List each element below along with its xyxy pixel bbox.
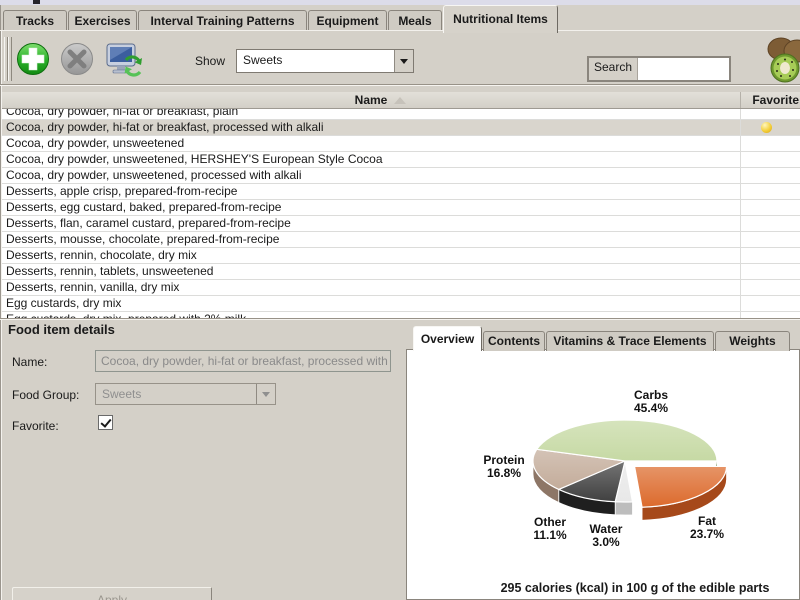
search-box: Search bbox=[587, 56, 731, 82]
tab-meals[interactable]: Meals bbox=[388, 10, 442, 31]
tab-nutritional-items[interactable]: Nutritional Items bbox=[443, 5, 558, 33]
chevron-down-icon bbox=[400, 59, 408, 64]
favorite-cell bbox=[740, 248, 800, 263]
food-item-name: Desserts, flan, caramel custard, prepare… bbox=[2, 216, 740, 231]
food-item-name: Cocoa, dry powder, unsweetened bbox=[2, 136, 740, 151]
name-label: Name: bbox=[12, 355, 47, 369]
table-row[interactable]: Cocoa, dry powder, unsweetened bbox=[2, 136, 800, 152]
pie-rim-water bbox=[615, 502, 632, 515]
pie-label-other: Other11.1% bbox=[533, 515, 567, 542]
toolbar-grip[interactable] bbox=[8, 37, 12, 81]
table-row[interactable]: Desserts, rennin, tablets, unsweetened bbox=[2, 264, 800, 280]
green-plus-icon bbox=[16, 42, 50, 76]
food-group-select-disabled[interactable]: Sweets bbox=[95, 383, 276, 405]
favorite-cell bbox=[740, 136, 800, 151]
apply-button[interactable]: Apply bbox=[12, 587, 212, 600]
favorite-cell bbox=[740, 312, 800, 318]
table-row[interactable]: Desserts, flan, caramel custard, prepare… bbox=[2, 216, 800, 232]
tab-exercises[interactable]: Exercises bbox=[68, 10, 137, 31]
pie-label-water: Water3.0% bbox=[590, 522, 623, 549]
food-group-value: Sweets bbox=[96, 384, 256, 404]
sort-ascending-icon bbox=[394, 97, 406, 104]
favorite-cell bbox=[740, 168, 800, 183]
dropdown-arrow-button bbox=[256, 384, 275, 404]
clipped-menubar-strip bbox=[0, 0, 800, 5]
tab-vitamins-trace-elements[interactable]: Vitamins & Trace Elements bbox=[546, 331, 714, 351]
column-header-name[interactable]: Name bbox=[2, 92, 740, 108]
favorite-cell bbox=[740, 232, 800, 247]
favorite-cell bbox=[740, 280, 800, 295]
food-item-name: Desserts, apple crisp, prepared-from-rec… bbox=[2, 184, 740, 199]
favorite-cell bbox=[740, 296, 800, 311]
table-row[interactable]: Desserts, rennin, chocolate, dry mix bbox=[2, 248, 800, 264]
table-row[interactable]: Desserts, apple crisp, prepared-from-rec… bbox=[2, 184, 800, 200]
show-filter-label: Show bbox=[195, 54, 225, 68]
gray-x-icon bbox=[60, 42, 94, 76]
food-group-filter-value: Sweets bbox=[237, 50, 394, 72]
toolbar: Show Sweets Search bbox=[2, 31, 800, 84]
food-item-name: Egg custards, dry mix, prepared with 2% … bbox=[2, 312, 740, 318]
panel-divider-highlight bbox=[0, 319, 800, 320]
chevron-down-icon bbox=[262, 392, 270, 397]
favorite-checkbox-checked[interactable] bbox=[98, 415, 113, 430]
table-row[interactable]: Cocoa, dry powder, unsweetened, HERSHEY'… bbox=[2, 152, 800, 168]
tab-contents[interactable]: Contents bbox=[483, 331, 545, 351]
tab-interval-training-patterns[interactable]: Interval Training Patterns bbox=[138, 10, 307, 31]
table-header: Name Favorite bbox=[2, 92, 800, 109]
food-item-name: Desserts, rennin, chocolate, dry mix bbox=[2, 248, 740, 263]
table-row[interactable]: Desserts, rennin, vanilla, dry mix bbox=[2, 280, 800, 296]
name-field-disabled[interactable]: Cocoa, dry powder, hi-fat or breakfast, … bbox=[95, 350, 391, 372]
computer-sync-icon bbox=[104, 42, 144, 80]
details-panel-title: Food item details bbox=[8, 322, 115, 337]
table-row[interactable]: Desserts, mousse, chocolate, prepared-fr… bbox=[2, 232, 800, 248]
favorite-dot-icon bbox=[761, 122, 772, 133]
tab-divider bbox=[0, 30, 800, 31]
nutrient-pie-chart: Fat23.7% Water3.0% Other11.1% Protein16.8% C… bbox=[420, 372, 800, 562]
food-item-name: Egg custards, dry mix bbox=[2, 296, 740, 311]
favorite-cell bbox=[740, 216, 800, 231]
table-row[interactable]: Egg custards, dry mix bbox=[2, 296, 800, 312]
search-label: Search bbox=[589, 58, 638, 80]
table-row-selected[interactable]: Cocoa, dry powder, hi-fat or breakfast, … bbox=[2, 120, 800, 136]
calorie-caption: 295 calories (kcal) in 100 g of the edib… bbox=[470, 581, 800, 595]
toolbar-divider-highlight bbox=[0, 85, 800, 86]
table-row[interactable]: Egg custards, dry mix, prepared with 2% … bbox=[2, 312, 800, 318]
nutrition-app-window: TracksExercisesInterval Training Pattern… bbox=[0, 0, 800, 600]
food-group-filter-select[interactable]: Sweets bbox=[236, 49, 414, 73]
food-item-name: Desserts, egg custard, baked, prepared-f… bbox=[2, 200, 740, 215]
favorite-cell bbox=[740, 200, 800, 215]
food-item-name: Desserts, rennin, vanilla, dry mix bbox=[2, 280, 740, 295]
tab-overview[interactable]: Overview bbox=[413, 326, 482, 351]
dropdown-arrow-button[interactable] bbox=[394, 50, 413, 72]
food-item-name: Desserts, rennin, tablets, unsweetened bbox=[2, 264, 740, 279]
food-item-name: Desserts, mousse, chocolate, prepared-fr… bbox=[2, 232, 740, 247]
favorite-label: Favorite: bbox=[12, 419, 59, 433]
tab-equipment[interactable]: Equipment bbox=[308, 10, 387, 31]
search-input[interactable] bbox=[638, 58, 729, 80]
food-items-table: Cocoa, dry powder, hi-fat or breakfast, … bbox=[2, 104, 800, 318]
table-row[interactable]: Cocoa, dry powder, unsweetened, processe… bbox=[2, 168, 800, 184]
clipped-menu-artifact bbox=[33, 0, 40, 4]
favorite-cell bbox=[740, 152, 800, 167]
import-nutrition-data-button[interactable] bbox=[104, 42, 144, 76]
add-item-button[interactable] bbox=[16, 42, 50, 76]
column-header-favorite[interactable]: Favorite bbox=[740, 92, 800, 108]
favorite-cell bbox=[740, 264, 800, 279]
favorite-cell bbox=[740, 120, 800, 135]
kiwi-logo bbox=[763, 35, 800, 85]
kiwi-fruit-icon bbox=[763, 35, 800, 85]
favorite-cell bbox=[740, 184, 800, 199]
pie-label-fat: Fat23.7% bbox=[690, 514, 724, 541]
food-item-name: Cocoa, dry powder, unsweetened, processe… bbox=[2, 168, 740, 183]
delete-item-button-disabled[interactable] bbox=[60, 42, 94, 76]
pie-label-protein: Protein16.8% bbox=[483, 453, 524, 480]
food-item-name: Cocoa, dry powder, hi-fat or breakfast, … bbox=[2, 120, 740, 135]
tab-tracks[interactable]: Tracks bbox=[3, 10, 67, 31]
table-row[interactable]: Desserts, egg custard, baked, prepared-f… bbox=[2, 200, 800, 216]
food-group-label: Food Group: bbox=[12, 388, 79, 402]
pie-label-carbs: Carbs45.4% bbox=[634, 388, 668, 415]
food-item-name: Cocoa, dry powder, unsweetened, HERSHEY'… bbox=[2, 152, 740, 167]
tab-weights[interactable]: Weights bbox=[715, 331, 790, 351]
